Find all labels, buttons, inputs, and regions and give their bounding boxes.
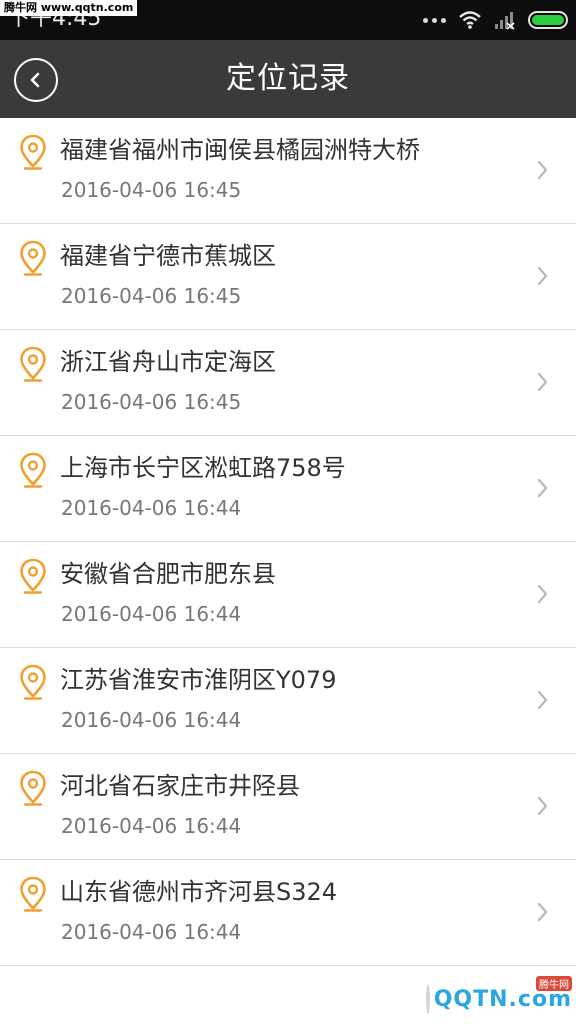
chevron-right-icon [537, 584, 548, 604]
location-record-row[interactable]: 安徽省合肥市肥东县 2016-04-06 16:44 [0, 542, 576, 648]
chevron-right-icon [537, 478, 548, 498]
location-pin-icon [20, 452, 46, 488]
back-arrow-icon [30, 72, 40, 88]
location-record-list: 福建省福州市闽侯县橘园洲特大桥 2016-04-06 16:45 福建省宁德市蕉… [0, 118, 576, 966]
record-timestamp: 2016-04-06 16:44 [61, 708, 242, 732]
location-pin-icon [20, 664, 46, 700]
place-name: 上海市长宁区淞虹路758号 [60, 454, 346, 482]
chevron-right-icon [537, 902, 548, 922]
chevron-right-icon [537, 266, 548, 286]
location-pin-icon [20, 558, 46, 594]
place-name: 安徽省合肥市肥东县 [60, 560, 276, 588]
location-pin-icon [20, 876, 46, 912]
wifi-icon [459, 11, 481, 29]
battery-icon [528, 11, 568, 29]
page-title: 定位记录 [226, 61, 350, 96]
location-pin-icon [20, 770, 46, 806]
watermark-tag: 腾牛网 [536, 976, 572, 991]
status-bar: 下午4:45 腾牛网 www.qqtn.com [0, 0, 576, 40]
record-timestamp: 2016-04-06 16:44 [61, 920, 242, 944]
place-name: 山东省德州市齐河县S324 [60, 878, 338, 906]
location-record-row[interactable]: 福建省宁德市蕉城区 2016-04-06 16:45 [0, 224, 576, 330]
place-name: 福建省福州市闽侯县橘园洲特大桥 [60, 136, 420, 164]
location-pin-icon [20, 134, 46, 170]
chevron-right-icon [537, 160, 548, 180]
chevron-right-icon [537, 796, 548, 816]
location-pin-icon [20, 240, 46, 276]
record-timestamp: 2016-04-06 16:44 [61, 496, 242, 520]
status-icons [423, 8, 568, 32]
location-record-row[interactable]: 福建省福州市闽侯县橘园洲特大桥 2016-04-06 16:45 [0, 118, 576, 224]
app-header: 定位记录 [0, 40, 576, 118]
location-pin-icon [20, 346, 46, 382]
more-dots-icon [423, 17, 446, 23]
back-button[interactable] [14, 58, 58, 102]
record-timestamp: 2016-04-06 16:44 [61, 814, 242, 838]
place-name: 福建省宁德市蕉城区 [60, 242, 276, 270]
location-record-row[interactable]: 山东省德州市齐河县S324 2016-04-06 16:44 [0, 860, 576, 966]
chevron-right-icon [537, 372, 548, 392]
location-record-row[interactable]: 浙江省舟山市定海区 2016-04-06 16:45 [0, 330, 576, 436]
record-timestamp: 2016-04-06 16:45 [61, 284, 242, 308]
place-name: 河北省石家庄市井陉县 [60, 772, 300, 800]
location-record-row[interactable]: 上海市长宁区淞虹路758号 2016-04-06 16:44 [0, 436, 576, 542]
record-timestamp: 2016-04-06 16:45 [61, 178, 242, 202]
location-record-row[interactable]: 江苏省淮安市淮阴区Y079 2016-04-06 16:44 [0, 648, 576, 754]
place-name: 江苏省淮安市淮阴区Y079 [60, 666, 337, 694]
record-timestamp: 2016-04-06 16:45 [61, 390, 242, 414]
watermark-top: 腾牛网 www.qqtn.com [0, 0, 138, 16]
watermark-bottom: QQTN.com 腾牛网 [425, 974, 576, 1024]
location-record-row[interactable]: 河北省石家庄市井陉县 2016-04-06 16:44 [0, 754, 576, 860]
qqtn-logo-icon [425, 984, 430, 1014]
record-timestamp: 2016-04-06 16:44 [61, 602, 242, 626]
chevron-right-icon [537, 690, 548, 710]
place-name: 浙江省舟山市定海区 [60, 348, 276, 376]
signal-icon [495, 12, 515, 30]
